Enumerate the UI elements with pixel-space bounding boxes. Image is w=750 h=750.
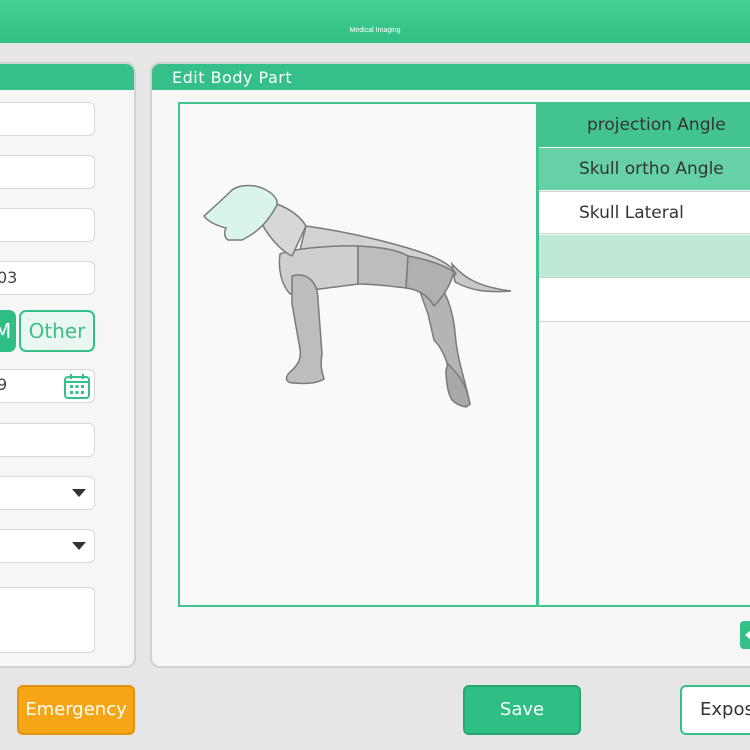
projection-list-header: projection Angle <box>539 104 750 147</box>
projection-item-skull-lateral[interactable]: Skull Lateral <box>539 191 750 234</box>
projection-list-header-label: projection Angle <box>587 115 726 135</box>
projection-item-empty[interactable] <box>539 235 750 278</box>
gender-male-button[interactable]: M <box>0 310 16 352</box>
gender-other-label: Other <box>28 319 86 343</box>
projection-list: projection Angle Skull ortho Angle Skull… <box>537 102 750 607</box>
patient-name-field[interactable] <box>0 155 95 189</box>
calendar-icon[interactable] <box>62 371 92 401</box>
panel-title: Edit Body Part <box>172 68 293 87</box>
app-title: Medical Imaging <box>349 27 401 34</box>
species-select[interactable] <box>0 476 95 510</box>
patient-id-field[interactable] <box>0 102 95 136</box>
top-bar: Medical Imaging <box>0 0 750 43</box>
lumbar-region[interactable] <box>357 245 409 289</box>
birthdate-value: 9 <box>0 375 7 394</box>
emergency-button-label: Emergency <box>25 699 127 720</box>
gender-other-button[interactable]: Other <box>19 310 95 352</box>
gender-male-label: M <box>0 319 11 343</box>
breed-select[interactable] <box>0 529 95 563</box>
patient-date-value: 03 <box>0 268 18 287</box>
body-part-canvas <box>178 102 538 607</box>
patient-info-panel: 03 M Other 9 <box>0 62 136 668</box>
patient-weight-field[interactable] <box>0 423 95 457</box>
save-button[interactable]: Save <box>463 685 581 735</box>
projection-item-skull-ortho[interactable]: Skull ortho Angle <box>539 147 750 190</box>
chevron-down-icon <box>72 542 86 550</box>
back-arrow-button[interactable] <box>740 621 750 649</box>
patient-date-field[interactable]: 03 <box>0 261 95 295</box>
arrow-left-icon <box>745 630 750 640</box>
emergency-button[interactable]: Emergency <box>17 685 135 735</box>
chevron-down-icon <box>72 489 86 497</box>
dog-anatomy-diagram <box>203 184 512 409</box>
notes-textarea[interactable] <box>0 587 95 653</box>
forelimb-region[interactable] <box>285 274 325 385</box>
edit-body-part-header: Edit Body Part <box>152 64 750 90</box>
tail-region[interactable] <box>450 261 512 293</box>
expose-button[interactable]: Expos <box>680 685 750 735</box>
patient-owner-field[interactable] <box>0 208 95 242</box>
save-button-label: Save <box>499 699 545 720</box>
projection-item-label: Skull Lateral <box>579 203 684 223</box>
birthdate-field[interactable]: 9 <box>0 369 95 403</box>
edit-body-part-panel: Edit Body Part projection Angle Skull or… <box>150 62 750 668</box>
projection-item-empty[interactable] <box>539 279 750 322</box>
projection-item-label: Skull ortho Angle <box>579 159 724 179</box>
expose-button-label: Expos <box>700 699 750 720</box>
